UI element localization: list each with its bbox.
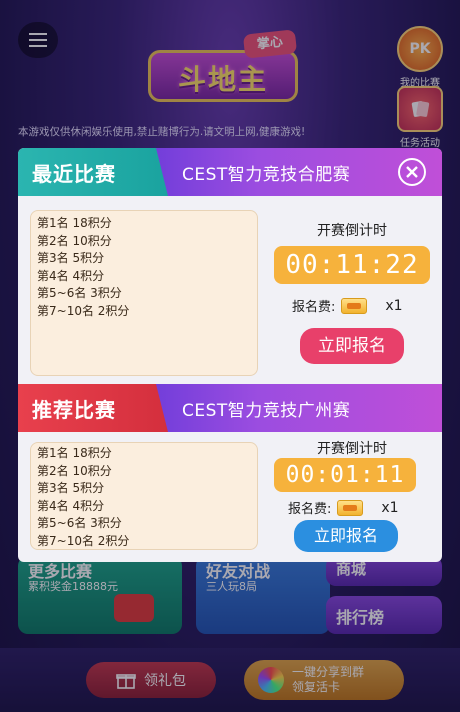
recommended-signup-button[interactable]: 立即报名 — [294, 520, 398, 552]
list-item: 第2名 10积分 — [37, 233, 112, 248]
recommended-match-label: 推荐比赛 — [32, 398, 116, 422]
recent-countdown-label: 开赛倒计时 — [317, 223, 387, 239]
list-item: 第4名 4积分 — [37, 498, 105, 513]
recent-signup-button[interactable]: 立即报名 — [300, 328, 404, 364]
list-item: 第4名 4积分 — [37, 268, 105, 283]
list-item: 第3名 5积分 — [37, 481, 105, 496]
ticket-icon — [341, 297, 368, 314]
close-icon — [406, 166, 418, 178]
list-item: 第7~10名 2积分 — [37, 303, 130, 318]
recommended-match-title: CEST智力竞技广州赛 — [182, 401, 351, 421]
recommended-rewards-list: 第1名 18积分 第2名 10积分 第3名 5积分 第4名 4积分 第5~6名 … — [30, 442, 258, 550]
list-item: 第5~6名 3积分 — [37, 516, 122, 531]
list-item: 第1名 18积分 — [37, 216, 112, 230]
list-item: 第7~10名 2积分 — [37, 533, 130, 548]
recent-match-header: 最近比赛 CEST智力竞技合肥赛 — [18, 148, 442, 196]
recent-match-label-tab: 最近比赛 — [18, 148, 168, 196]
recent-match-label: 最近比赛 — [32, 162, 116, 186]
recommended-match-header: 推荐比赛 CEST智力竞技广州赛 — [18, 384, 442, 432]
recommended-fee-label: 报名费: — [288, 502, 332, 517]
recent-rewards-list: 第1名 18积分 第2名 10积分 第3名 5积分 第4名 4积分 第5~6名 … — [30, 210, 258, 376]
list-item: 第1名 18积分 — [37, 446, 112, 460]
recommended-countdown-label: 开赛倒计时 — [317, 441, 387, 457]
recent-entry-fee: 报名费: x1 — [292, 296, 403, 315]
recommended-fee-qty: x1 — [381, 499, 399, 516]
close-button[interactable] — [398, 158, 426, 186]
recent-fee-label: 报名费: — [292, 300, 336, 315]
recommended-match-label-tab: 推荐比赛 — [18, 384, 168, 432]
list-item: 第2名 10积分 — [37, 463, 112, 478]
recent-match-title: CEST智力竞技合肥赛 — [182, 165, 351, 185]
list-item: 第5~6名 3积分 — [37, 286, 122, 300]
recommended-countdown-timer: 00:01:11 — [274, 458, 416, 492]
recent-fee-qty: x1 — [385, 297, 403, 314]
recommended-entry-fee: 报名费: x1 — [288, 498, 399, 517]
list-item: 第3名 5积分 — [37, 251, 105, 265]
ticket-icon — [337, 499, 364, 516]
recent-countdown-timer: 00:11:22 — [274, 246, 430, 284]
match-modal: 最近比赛 CEST智力竞技合肥赛 第1名 18积分 第2名 10积分 第3名 5… — [18, 148, 442, 562]
